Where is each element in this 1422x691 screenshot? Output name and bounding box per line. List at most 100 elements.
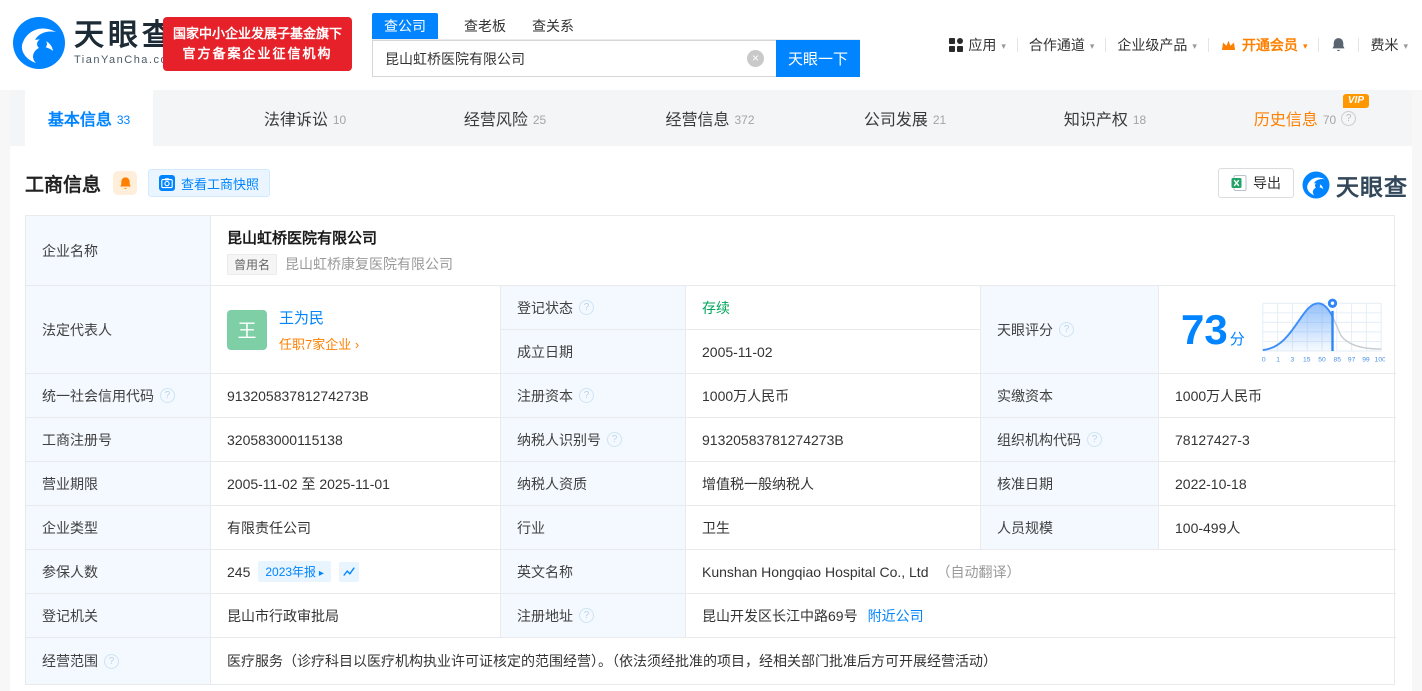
camera-icon (159, 175, 175, 191)
field-label-established-date: 成立日期 (501, 330, 686, 374)
industry-value: 卫生 (686, 506, 981, 550)
crown-icon (1221, 40, 1235, 50)
annual-report-badge[interactable]: 2023年报 (258, 561, 331, 582)
value-text: 91320583781274273B (227, 387, 369, 404)
help-icon[interactable] (160, 388, 175, 403)
tab-business-info[interactable]: 经营信息 372 (630, 90, 790, 146)
chevron-down-icon (1090, 41, 1095, 52)
label-text: 行业 (517, 519, 545, 536)
label-text: 工商注册号 (42, 431, 112, 448)
value-text: Kunshan Hongqiao Hospital Co., Ltd (702, 563, 929, 580)
value-text: 有限责任公司 (227, 519, 311, 536)
field-label-credit-code: 统一社会信用代码 (26, 374, 211, 418)
help-icon[interactable] (579, 608, 594, 623)
company-type-value: 有限责任公司 (211, 506, 501, 550)
site-logo[interactable]: 天眼查 TianYanCha.com (12, 16, 179, 70)
tab-business-risk[interactable]: 经营风险 25 (425, 90, 585, 146)
value-text: 昆山开发区长江中路69号 (702, 607, 858, 624)
nav-notifications[interactable] (1330, 36, 1347, 54)
search-tab-relation[interactable]: 查关系 (532, 13, 574, 39)
export-button[interactable]: 导出 (1218, 168, 1294, 198)
tab-count: 10 (332, 112, 347, 127)
score-distribution-chart: 0 1 3 15 50 85 97 99 100 (1262, 296, 1385, 363)
search-input[interactable] (372, 40, 776, 77)
vip-badge: VIP (1342, 94, 1369, 108)
field-label-registered-address: 注册地址 (501, 594, 686, 638)
help-icon[interactable] (1087, 432, 1102, 447)
gov-badge-line1: 国家中小企业发展子基金旗下 (173, 26, 343, 41)
clear-search-icon[interactable] (747, 50, 764, 67)
tab-company-development[interactable]: 公司发展 21 (825, 90, 985, 146)
field-label-registration-authority: 登记机关 (26, 594, 211, 638)
search-tab-boss[interactable]: 查老板 (464, 13, 506, 39)
tab-label: 公司发展 (863, 112, 928, 129)
label-text: 英文名称 (517, 563, 573, 580)
export-button-label: 导出 (1253, 175, 1281, 191)
help-icon[interactable] (579, 300, 594, 315)
help-icon[interactable] (579, 388, 594, 403)
nav-partner-label: 合作通道 (1028, 37, 1085, 53)
auto-translate-note: （自动翻译） (936, 563, 1021, 580)
nav-partner[interactable]: 合作通道 (1029, 35, 1095, 55)
monitor-bell-button[interactable] (113, 171, 137, 195)
value-text: 1000万人民币 (702, 387, 790, 404)
value-text: 昆山市行政审批局 (227, 607, 339, 624)
value-text: 2005-11-02 至 2025-11-01 (227, 475, 390, 492)
nav-divider (1105, 38, 1107, 52)
help-icon[interactable] (607, 432, 622, 447)
nav-user[interactable]: 费米 (1370, 35, 1408, 55)
search-tab-company[interactable]: 查公司 (372, 13, 438, 39)
approval-date-value: 2022-10-18 (1159, 462, 1396, 506)
nearby-companies-link[interactable]: 附近公司 (868, 606, 924, 626)
main-content: 工商信息 查看工商快照 导出 天眼查 企业名称 昆山虹桥医院有限公司 曾用名 昆… (10, 146, 1412, 691)
label-text: 注册资本 (517, 387, 573, 404)
chevron-down-icon (1192, 41, 1197, 52)
paid-capital-value: 1000万人民币 (1159, 374, 1396, 418)
field-label-registration-number: 工商注册号 (26, 418, 211, 462)
established-date-value: 2005-11-02 (686, 330, 981, 374)
view-business-snapshot-button[interactable]: 查看工商快照 (148, 169, 271, 197)
field-label-org-code: 组织机构代码 (981, 418, 1159, 462)
tab-intellectual-property[interactable]: 知识产权 18 (1025, 90, 1185, 146)
former-name: 昆山虹桥康复医院有限公司 (285, 256, 454, 272)
help-icon[interactable] (104, 653, 119, 669)
tab-count: 21 (932, 112, 947, 127)
label-text: 人员规模 (997, 519, 1053, 536)
tab-legal-litigation[interactable]: 法律诉讼 10 (225, 90, 385, 146)
nav-vip-membership[interactable]: 开通会员 (1220, 35, 1308, 55)
svg-text:97: 97 (1348, 356, 1356, 363)
label-text: 核准日期 (997, 475, 1053, 492)
tab-history-info[interactable]: VIP 历史信息 70 (1215, 90, 1395, 146)
english-name-value: Kunshan Hongqiao Hospital Co., Ltd （自动翻译… (686, 550, 1396, 594)
tab-label: 法律诉讼 (263, 112, 328, 129)
page-tabbar: 基本信息 33 法律诉讼 10 经营风险 25 经营信息 372 公司发展 21… (10, 90, 1412, 146)
chevron-down-icon (1303, 41, 1308, 52)
search-button[interactable]: 天眼一下 (776, 40, 860, 77)
watermark-text: 天眼查 (1336, 174, 1408, 200)
registration-authority-value: 昆山市行政审批局 (211, 594, 501, 638)
field-label-company-name: 企业名称 (26, 216, 211, 286)
score-number: 73 (1181, 305, 1228, 353)
help-icon[interactable] (1059, 322, 1074, 337)
label-text: 营业期限 (42, 475, 98, 492)
field-label-registered-capital: 注册资本 (501, 374, 686, 418)
business-info-table: 企业名称 昆山虹桥医院有限公司 曾用名 昆山虹桥康复医院有限公司 法定代表人 王… (25, 215, 1396, 685)
trend-chart-icon[interactable] (338, 561, 359, 582)
legal-representative-cell: 王 王为民 任职7家企业 (211, 286, 501, 374)
help-icon[interactable] (1341, 110, 1357, 126)
nav-enterprise[interactable]: 企业级产品 (1117, 35, 1197, 55)
tab-basic-info[interactable]: 基本信息 33 (25, 90, 153, 146)
label-text: 统一社会信用代码 (42, 387, 154, 404)
field-label-business-scope: 经营范围 (26, 638, 211, 684)
field-label-staff-size: 人员规模 (981, 506, 1159, 550)
avatar[interactable]: 王 (227, 309, 267, 350)
serves-in-companies-link[interactable]: 任职7家企业 (279, 334, 359, 353)
chevron-down-icon (1403, 41, 1408, 52)
svg-text:15: 15 (1303, 356, 1311, 363)
chevron-down-icon (1001, 41, 1006, 52)
field-label-tianyan-score: 天眼评分 (981, 286, 1159, 374)
nav-apps[interactable]: 应用 (949, 35, 1006, 55)
legal-representative-link[interactable]: 王为民 (279, 307, 359, 328)
value-text: 1000万人民币 (1175, 387, 1263, 404)
business-scope-value: 医疗服务（诊疗科目以医疗机构执业许可证核定的范围经营）。（依法须经批准的项目，经… (211, 638, 1396, 684)
